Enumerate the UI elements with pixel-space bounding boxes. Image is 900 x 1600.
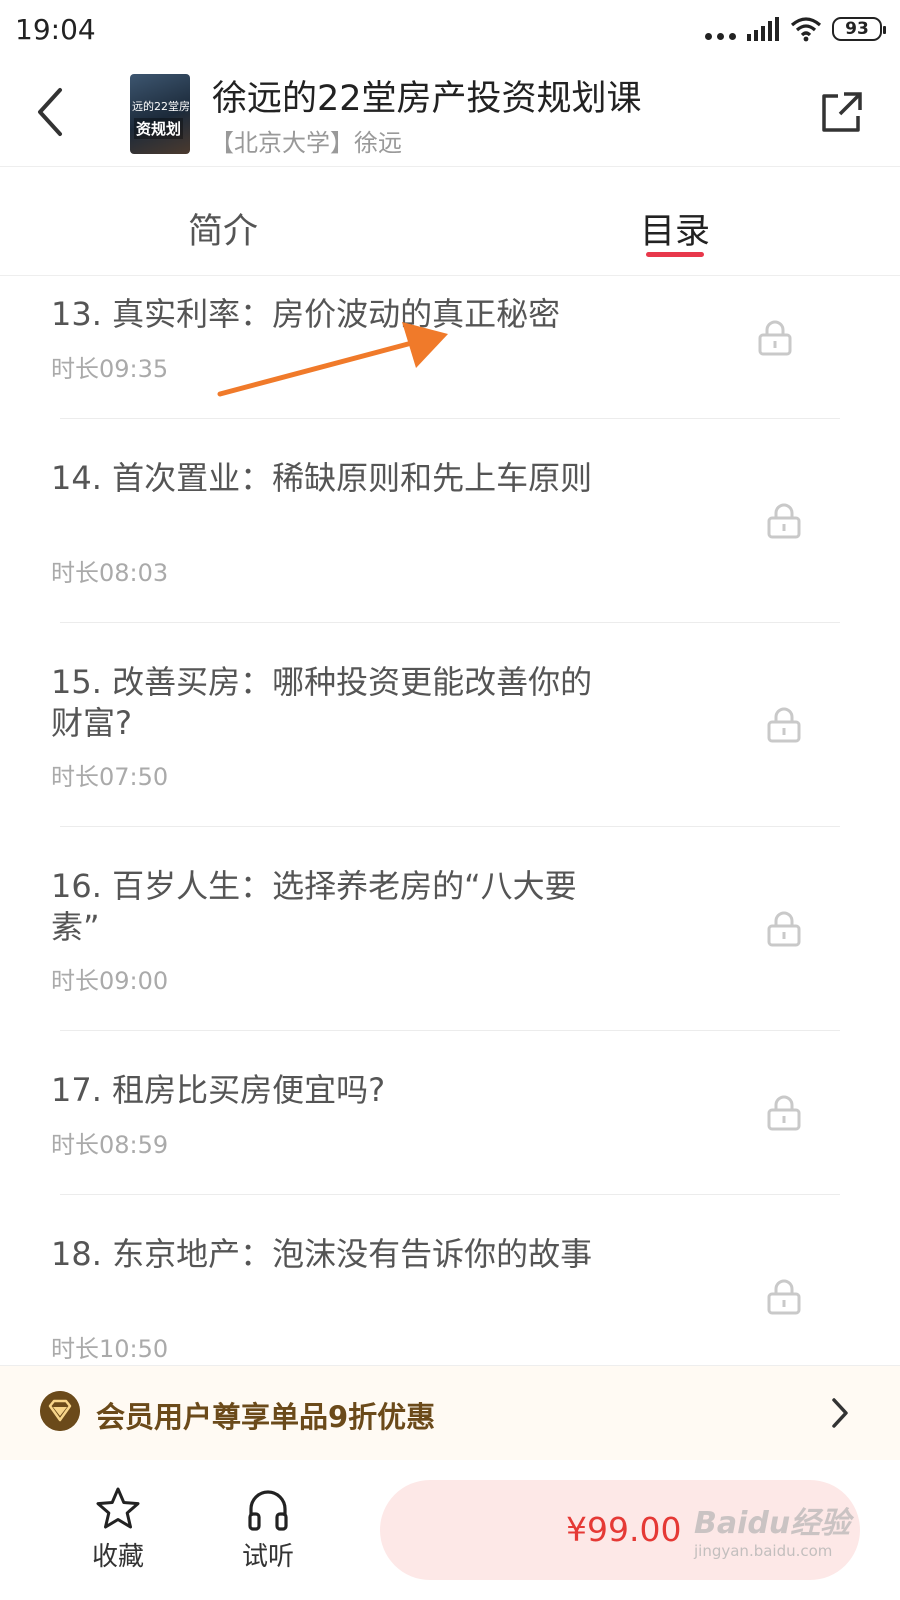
course-header: 远的22堂房 资规划 徐远的22堂房产投资规划课 【北京大学】徐远	[0, 62, 900, 167]
lesson-item[interactable]: 15. 改善买房：哪种投资更能改善你的财富? 时长07:50	[0, 623, 900, 827]
lesson-title: 17. 租房比买房便宜吗?	[51, 1071, 386, 1109]
member-discount-text: 会员用户尊享单品9折优惠	[96, 1400, 436, 1434]
back-arrow-icon[interactable]	[30, 84, 74, 140]
lesson-duration: 时长08:59	[51, 1131, 169, 1159]
lesson-title: 16. 百岁人生：选择养老房的“八大要素”	[51, 867, 577, 946]
price-label: ¥99.00	[566, 1510, 682, 1549]
vip-diamond-icon	[40, 1391, 80, 1431]
watermark-brand: Baidu经验	[694, 1506, 851, 1541]
active-tab-indicator	[646, 252, 704, 257]
chevron-right-icon	[832, 1398, 848, 1428]
favorite-label: 收藏	[91, 1542, 144, 1572]
battery-indicator: 93	[832, 17, 886, 41]
system-icons: 93	[705, 14, 886, 44]
lesson-duration: 时长07:50	[51, 763, 169, 791]
listen-label: 试听	[241, 1542, 294, 1572]
course-title: 徐远的22堂房产投资规划课	[212, 79, 642, 119]
cellular-signal-icon	[747, 17, 779, 41]
course-subtitle: 【北京大学】徐远	[210, 129, 402, 157]
lesson-item[interactable]: 17. 租房比买房便宜吗? 时长08:59	[0, 1031, 900, 1195]
lesson-title: 13. 真实利率：房价波动的真正秘密	[51, 295, 561, 333]
lock-icon	[767, 1279, 801, 1315]
lesson-title: 18. 东京地产：泡沫没有告诉你的故事	[51, 1235, 593, 1273]
favorite-button[interactable]: 收藏	[86, 1486, 150, 1573]
lesson-title: 15. 改善买房：哪种投资更能改善你的财富?	[51, 663, 593, 742]
notification-dots-icon	[705, 14, 736, 44]
lesson-duration: 时长10:50	[51, 1335, 169, 1363]
tab-bar: 简介 目录	[0, 167, 900, 276]
bottom-action-bar: 收藏 试听 ¥99.00 Baidu经验 jingyan.baidu.com	[0, 1460, 900, 1600]
lock-icon	[767, 1095, 801, 1131]
lesson-item[interactable]: 13. 真实利率：房价波动的真正秘密 时长09:35	[0, 276, 900, 419]
lesson-title: 14. 首次置业：稀缺原则和先上车原则	[51, 459, 593, 497]
lesson-duration: 时长09:00	[51, 967, 169, 995]
lock-icon	[758, 320, 792, 356]
star-icon	[96, 1487, 140, 1529]
status-bar: 19:04 93	[0, 0, 900, 62]
preview-listen-button[interactable]: 试听	[236, 1486, 300, 1573]
lock-icon	[767, 503, 801, 539]
tab-catalog[interactable]: 目录	[640, 203, 710, 254]
lesson-duration: 时长09:35	[51, 355, 169, 383]
course-cover-image: 远的22堂房 资规划	[130, 74, 190, 154]
lesson-duration: 时长08:03	[51, 559, 169, 587]
share-icon[interactable]	[818, 88, 866, 136]
lesson-item[interactable]: 18. 东京地产：泡沫没有告诉你的故事 时长10:50	[0, 1195, 900, 1365]
watermark-url: jingyan.baidu.com	[694, 1542, 833, 1560]
wifi-icon	[790, 17, 822, 42]
status-time: 19:04	[15, 13, 96, 46]
headphones-icon	[248, 1490, 288, 1531]
tab-intro[interactable]: 简介	[188, 203, 258, 254]
member-discount-banner[interactable]: 会员用户尊享单品9折优惠	[0, 1365, 900, 1461]
lesson-list[interactable]: 13. 真实利率：房价波动的真正秘密 时长09:35 14. 首次置业：稀缺原则…	[0, 276, 900, 1365]
lesson-item[interactable]: 16. 百岁人生：选择养老房的“八大要素” 时长09:00	[0, 827, 900, 1031]
lesson-item[interactable]: 14. 首次置业：稀缺原则和先上车原则 时长08:03	[0, 419, 900, 623]
lock-icon	[767, 911, 801, 947]
lock-icon	[767, 707, 801, 743]
